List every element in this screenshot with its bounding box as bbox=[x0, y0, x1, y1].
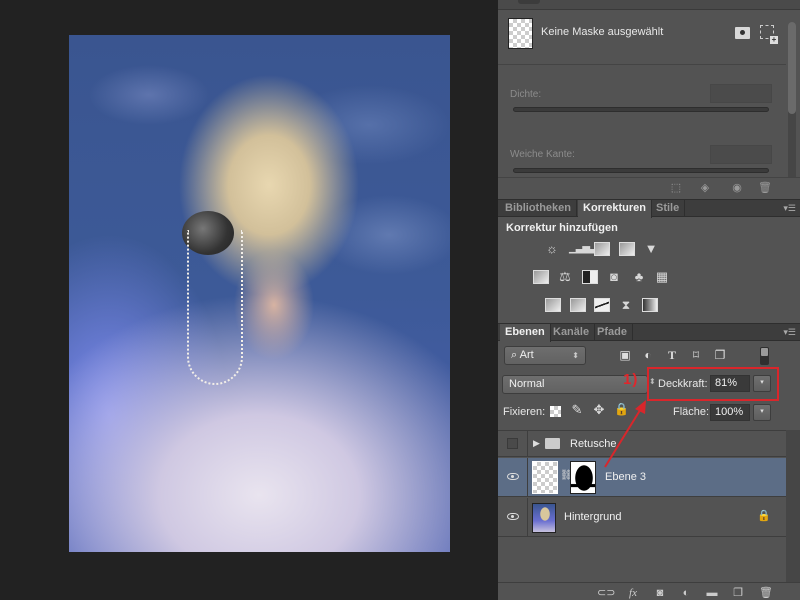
feather-field[interactable] bbox=[710, 145, 772, 164]
arrow-shaft bbox=[604, 406, 643, 468]
layer-mask-thumbnail[interactable] bbox=[570, 461, 596, 494]
fill-dropdown-button[interactable]: ▾ bbox=[753, 404, 771, 421]
levels-icon[interactable]: ▁▃▅▃ bbox=[569, 242, 597, 256]
adjustment-layer-icon[interactable]: ◐ bbox=[678, 586, 694, 600]
properties-footer: ⬚ ◈ ◉ 🗑 bbox=[498, 177, 800, 198]
selective-color-icon[interactable]: ⧗ bbox=[618, 298, 634, 312]
layers-tabbar: Ebenen Kanäle Pfade ▾☰ bbox=[498, 323, 800, 342]
panel-top-strip bbox=[498, 0, 800, 10]
filter-kind-value: Art bbox=[519, 349, 534, 361]
layers-footer: ⊂⊃ fx ◙ ◐ ▬ ❐ 🗑 bbox=[498, 582, 800, 600]
lock-label: Fixieren: bbox=[503, 406, 546, 418]
annotation-step-label: 1) bbox=[623, 371, 639, 388]
tab-ebenen[interactable]: Ebenen bbox=[500, 324, 551, 342]
gradient-map-icon[interactable] bbox=[642, 298, 658, 312]
density-label: Dichte: bbox=[510, 89, 542, 100]
brightness-contrast-icon[interactable]: ☼ bbox=[544, 242, 560, 256]
blend-mode-value: Normal bbox=[509, 378, 545, 390]
properties-scrollbar[interactable] bbox=[788, 22, 796, 192]
tab-pfade[interactable]: Pfade bbox=[592, 324, 633, 341]
panel-menu-icon[interactable]: ▾☰ bbox=[783, 203, 796, 214]
filter-toggle[interactable] bbox=[760, 347, 769, 365]
annotation-highlight-box bbox=[647, 367, 779, 401]
new-layer-icon[interactable]: ❐ bbox=[730, 586, 746, 600]
panel-menu-icon[interactable]: ▾☰ bbox=[783, 327, 796, 338]
trash-icon[interactable]: 🗑 bbox=[757, 181, 773, 195]
filter-smartobject-icon[interactable]: ❐ bbox=[712, 348, 728, 362]
layers-scrollbar[interactable] bbox=[786, 430, 800, 582]
visibility-toggle[interactable] bbox=[498, 431, 528, 456]
document-image[interactable] bbox=[69, 35, 450, 552]
exposure-icon[interactable] bbox=[619, 242, 635, 256]
posterize-icon[interactable] bbox=[570, 298, 586, 312]
lock-transparent-pixels-icon[interactable] bbox=[550, 406, 561, 417]
mask-info-row: Keine Maske ausgewählt bbox=[498, 10, 786, 65]
layer-name[interactable]: Hintergrund bbox=[564, 511, 621, 523]
color-balance-icon[interactable]: ⚖ bbox=[557, 270, 573, 284]
annotation-arrow bbox=[604, 400, 646, 468]
add-mask-icon[interactable]: ◙ bbox=[652, 586, 668, 600]
layer-thumbnail[interactable] bbox=[532, 503, 556, 533]
arrow-head bbox=[635, 400, 646, 414]
threshold-icon[interactable] bbox=[594, 298, 610, 312]
updown-arrows-icon: ⬍ bbox=[572, 351, 579, 360]
image-pearls bbox=[187, 230, 243, 385]
folder-icon bbox=[545, 438, 560, 449]
filter-type-icon[interactable]: T bbox=[664, 348, 680, 362]
filter-adjustment-icon[interactable]: ◐ bbox=[640, 348, 656, 362]
scrollbar-thumb[interactable] bbox=[788, 22, 796, 114]
density-slider[interactable] bbox=[513, 107, 769, 112]
hidden-checkbox[interactable] bbox=[507, 438, 518, 449]
channel-mixer-icon[interactable]: ♣ bbox=[631, 270, 647, 284]
canvas-workspace[interactable] bbox=[0, 0, 498, 600]
fill-label: Fläche: bbox=[673, 406, 710, 418]
apply-mask-icon[interactable]: ◈ bbox=[697, 181, 713, 195]
eye-icon[interactable] bbox=[507, 473, 519, 480]
layer-thumbnail[interactable] bbox=[532, 461, 558, 494]
eye-icon[interactable] bbox=[507, 513, 519, 520]
density-field[interactable] bbox=[710, 84, 772, 103]
delete-layer-icon[interactable]: 🗑 bbox=[758, 586, 774, 600]
right-panel-dock: Keine Maske ausgewählt Dichte: Weiche Ka… bbox=[498, 0, 800, 600]
tab-kanaele[interactable]: Kanäle bbox=[548, 324, 596, 341]
mask-status-label: Keine Maske ausgewählt bbox=[541, 26, 664, 38]
black-white-icon[interactable] bbox=[582, 270, 598, 284]
visibility-toggle[interactable] bbox=[498, 498, 528, 536]
new-group-icon[interactable]: ▬ bbox=[704, 586, 720, 600]
vector-mask-icon[interactable] bbox=[760, 25, 778, 44]
tab-stile[interactable]: Stile bbox=[651, 200, 686, 217]
tab-korrekturen[interactable]: Korrekturen bbox=[578, 200, 652, 218]
photo-filter-icon[interactable]: ◙ bbox=[606, 270, 622, 284]
lock-image-pixels-icon[interactable]: ✎ bbox=[570, 402, 584, 418]
lock-icon: 🔒 bbox=[757, 510, 771, 522]
layer-filter-select[interactable]: ⌕ Art ⬍ bbox=[504, 346, 586, 365]
fx-icon[interactable]: fx bbox=[625, 586, 641, 600]
visibility-icon[interactable]: ◉ bbox=[729, 181, 745, 195]
adjustments-tabbar: Bibliotheken Korrekturen Stile ▾☰ bbox=[498, 199, 800, 218]
feather-slider[interactable] bbox=[513, 168, 769, 173]
vibrance-icon[interactable]: ▼ bbox=[643, 242, 659, 256]
visibility-toggle[interactable] bbox=[498, 458, 528, 496]
tab-bibliotheken[interactable]: Bibliotheken bbox=[500, 200, 578, 217]
color-lookup-icon[interactable]: ▦ bbox=[654, 270, 670, 284]
mask-thumbnail bbox=[508, 18, 533, 49]
properties-panel: Keine Maske ausgewählt Dichte: Weiche Ka… bbox=[498, 10, 800, 198]
filter-pixel-icon[interactable]: ▣ bbox=[617, 348, 633, 362]
adjustments-panel: Korrektur hinzufügen ☼ ▁▃▅▃ ▼ ⚖ ◙ ♣ ▦ ⧗ bbox=[498, 218, 800, 321]
filter-shape-icon[interactable]: ⌑ bbox=[688, 348, 704, 362]
search-icon: ⌕ bbox=[511, 349, 520, 361]
fill-input[interactable]: 100% bbox=[710, 404, 750, 421]
curves-icon[interactable] bbox=[594, 242, 610, 256]
adjustments-title: Korrektur hinzufügen bbox=[506, 222, 618, 234]
link-layers-icon[interactable]: ⊂⊃ bbox=[597, 586, 615, 600]
expand-triangle-icon[interactable]: ▶ bbox=[533, 438, 540, 449]
hue-saturation-icon[interactable] bbox=[533, 270, 549, 284]
feather-label: Weiche Kante: bbox=[510, 149, 575, 160]
layer-row-hintergrund[interactable]: Hintergrund 🔒 bbox=[498, 498, 786, 537]
load-selection-icon[interactable]: ⬚ bbox=[668, 181, 684, 195]
invert-icon[interactable] bbox=[545, 298, 561, 312]
pixel-mask-icon[interactable] bbox=[735, 27, 750, 39]
